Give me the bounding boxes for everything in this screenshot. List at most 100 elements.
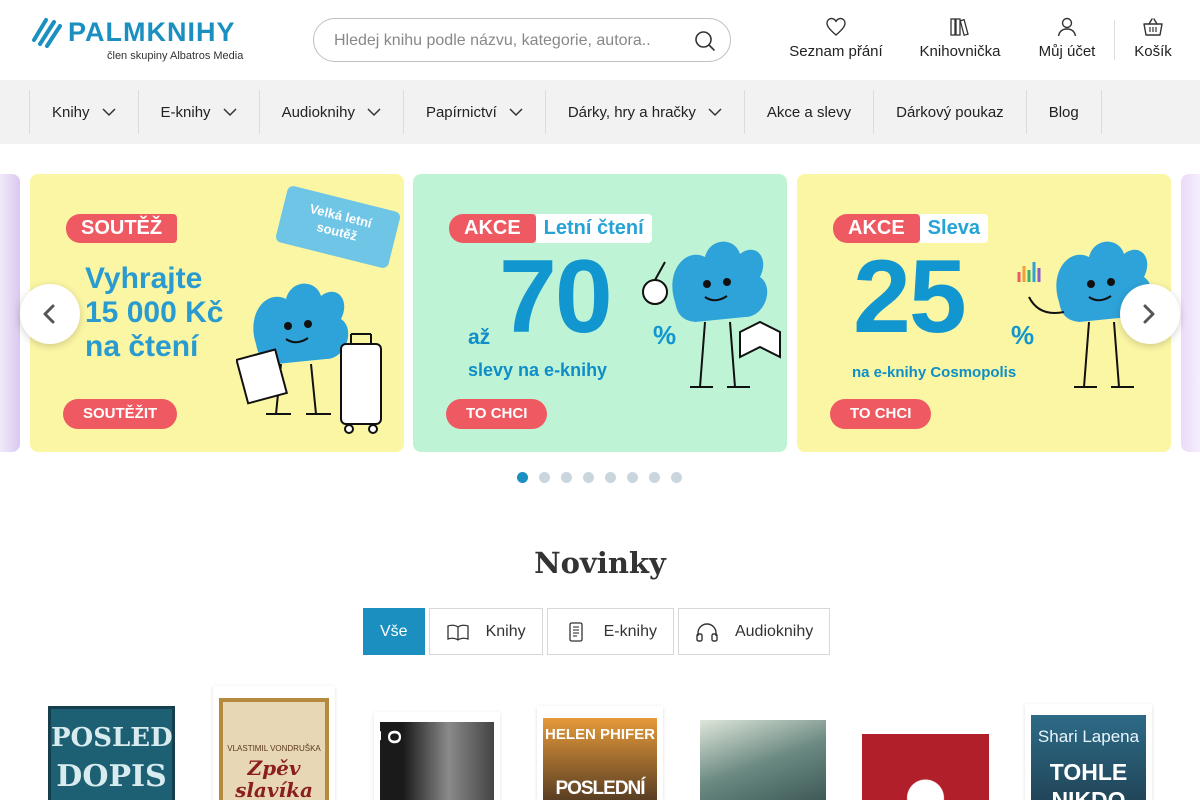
nav-item-akce[interactable]: Akce a slevy xyxy=(743,90,873,134)
nav-item-e-knihy[interactable]: E-knihy xyxy=(137,90,259,134)
filter-tab-label: Knihy xyxy=(485,622,526,640)
logo-wordmark: PALMKNIHY xyxy=(68,17,236,47)
main-nav: Knihy E-knihy Audioknihy Papírnictví Dár… xyxy=(0,80,1200,144)
chevron-down-icon xyxy=(223,107,237,116)
mascot-with-map-illustration xyxy=(236,283,382,434)
book-cover-author: HELEN PHIFER xyxy=(544,726,655,743)
search-bar xyxy=(313,18,731,62)
nav-item-knihy[interactable]: Knihy xyxy=(29,90,138,134)
nav-item-label: Dárkový poukaz xyxy=(896,103,1004,121)
nav-item-label: E-knihy xyxy=(160,103,211,121)
book-cover-title: Zpěv xyxy=(247,756,301,780)
contest-cta-button[interactable]: SOUTĚŽIT xyxy=(63,399,178,429)
discount-value: 25 xyxy=(853,239,967,355)
headphones-icon xyxy=(696,622,718,642)
carousel-prev-button[interactable] xyxy=(20,284,80,344)
nav-item-label: Blog xyxy=(1048,103,1079,121)
book-list: POSLEDNÍ DOPIS VLASTIMIL VONDRUŠKA Zpěv … xyxy=(0,686,1200,800)
discount-prefix: až xyxy=(468,326,491,349)
heart-icon xyxy=(826,17,846,36)
book-cover-title: POSLEDNÍ xyxy=(51,723,173,753)
carousel-peek-next[interactable] xyxy=(1181,174,1200,452)
book-card[interactable]: HELEN PHIFER POSLEDNÍ xyxy=(537,706,663,800)
banner-subline: slevy na e-knihy xyxy=(468,360,608,380)
carousel-dot[interactable] xyxy=(517,472,528,483)
carousel-dot[interactable] xyxy=(649,472,660,483)
carousel-pagination xyxy=(517,472,693,483)
filter-tab-label: Vše xyxy=(380,622,408,640)
headline-line1: Vyhrajte xyxy=(85,262,203,295)
chevron-down-icon xyxy=(102,107,116,116)
filter-tab-audio[interactable]: Audioknihy xyxy=(677,608,831,655)
user-icon xyxy=(1057,17,1077,37)
book-cover-title: O Z xyxy=(380,730,404,745)
book-cover-title: DOPIS xyxy=(56,759,167,794)
cart-label: Košík xyxy=(1134,43,1172,60)
contest-ticket: Velká letní soutěž xyxy=(274,184,402,270)
banner-tag-label: SOUTĚŽ xyxy=(66,214,178,243)
cart-link[interactable]: Košík xyxy=(1132,16,1174,66)
account-label: Můj účet xyxy=(1038,43,1096,60)
book-cover-title: POSLEDNÍ xyxy=(555,778,645,799)
nav-item-darky[interactable]: Dárky, hry a hračky xyxy=(544,90,744,134)
promo-banner-cosmopolis[interactable]: AKCE Sleva 25 % na e-knihy Cosmopolis TO… xyxy=(797,174,1171,452)
filter-tab-label: Audioknihy xyxy=(734,622,814,640)
carousel-dot[interactable] xyxy=(627,472,638,483)
book-card[interactable] xyxy=(700,720,826,800)
chevron-down-icon xyxy=(708,107,722,116)
nav-item-papirnictvi[interactable]: Papírnictví xyxy=(402,90,545,134)
promo-banner-contest[interactable]: SOUTĚŽ Velká letní soutěž Vyhrajte 15 00… xyxy=(30,174,404,452)
banner-subline: na e-knihy Cosmopolis xyxy=(852,364,1017,381)
book-cover: O Z xyxy=(380,722,494,800)
promo-banner-summer-reading[interactable]: AKCE Letní čtení až 70 % slevy na e-knih… xyxy=(413,174,787,452)
search-icon[interactable] xyxy=(694,30,716,52)
chevron-right-icon xyxy=(1143,304,1155,324)
book-cover-author: Shari Lapena xyxy=(1037,727,1140,746)
book-cover: Shari Lapena TOHLE NIKDO xyxy=(1031,715,1146,800)
book-card[interactable]: VLASTIMIL VONDRUŠKA Zpěv slavíka xyxy=(213,686,335,800)
section-title-novinky: Novinky xyxy=(534,546,666,580)
book-card[interactable]: POSLEDNÍ DOPIS xyxy=(42,700,180,800)
book-cover-author: VLASTIMIL VONDRUŠKA xyxy=(227,744,321,753)
nav-item-poukaz[interactable]: Dárkový poukaz xyxy=(873,90,1026,134)
filter-tab-label: E-knihy xyxy=(603,622,657,640)
book-cover: VLASTIMIL VONDRUŠKA Zpěv slavíka xyxy=(219,698,329,800)
cosmopolis-cta-button[interactable]: TO CHCI xyxy=(830,399,932,429)
nav-item-label: Audioknihy xyxy=(281,103,355,121)
filter-tab-all[interactable]: Vše xyxy=(363,608,425,655)
headline-line2: 15 000 Kč xyxy=(85,296,224,329)
promo-carousel: SOUTĚŽ Velká letní soutěž Vyhrajte 15 00… xyxy=(0,174,1200,454)
book-card[interactable]: Shari Lapena TOHLE NIKDO xyxy=(1025,704,1152,800)
wishlist-link[interactable]: Seznam přání xyxy=(788,16,884,66)
account-link[interactable]: Můj účet xyxy=(1036,16,1098,66)
carousel-peek-previous[interactable] xyxy=(0,174,20,452)
mascot-with-book-illustration xyxy=(642,241,781,388)
nav-item-audioknihy[interactable]: Audioknihy xyxy=(258,90,403,134)
summer-reading-cta-button[interactable]: TO CHCI xyxy=(446,399,548,429)
book-cover: HELEN PHIFER POSLEDNÍ xyxy=(543,718,657,800)
discount-value: 70 xyxy=(499,239,613,355)
book-cover-title: TOHLE xyxy=(1049,759,1128,785)
book-card[interactable]: O Z xyxy=(374,712,500,800)
filter-tab-books[interactable]: Knihy xyxy=(428,608,543,655)
carousel-dot[interactable] xyxy=(539,472,550,483)
nav-item-blog[interactable]: Blog xyxy=(1025,90,1102,134)
nav-item-label: Knihy xyxy=(52,103,90,121)
carousel-dot[interactable] xyxy=(671,472,682,483)
search-input[interactable] xyxy=(334,29,684,53)
book-cover xyxy=(700,720,826,800)
library-link[interactable]: Knihovnička xyxy=(918,16,1002,66)
headline-line3: na čtení xyxy=(85,330,199,363)
carousel-dot[interactable] xyxy=(561,472,572,483)
carousel-dot[interactable] xyxy=(583,472,594,483)
carousel-next-button[interactable] xyxy=(1120,284,1180,344)
book-cover: POSLEDNÍ DOPIS xyxy=(48,706,175,800)
banner-headline: Vyhrajte 15 000 Kč na čtení xyxy=(85,262,223,364)
book-cover xyxy=(862,734,989,800)
book-cover-title: NIKDO xyxy=(1051,787,1126,800)
book-card[interactable] xyxy=(862,734,989,800)
carousel-dot[interactable] xyxy=(605,472,616,483)
wishlist-label: Seznam přání xyxy=(789,43,883,60)
filter-tab-ebooks[interactable]: E-knihy xyxy=(546,608,674,655)
logo[interactable]: PALMKNIHY člen skupiny Albatros Media xyxy=(30,14,250,66)
